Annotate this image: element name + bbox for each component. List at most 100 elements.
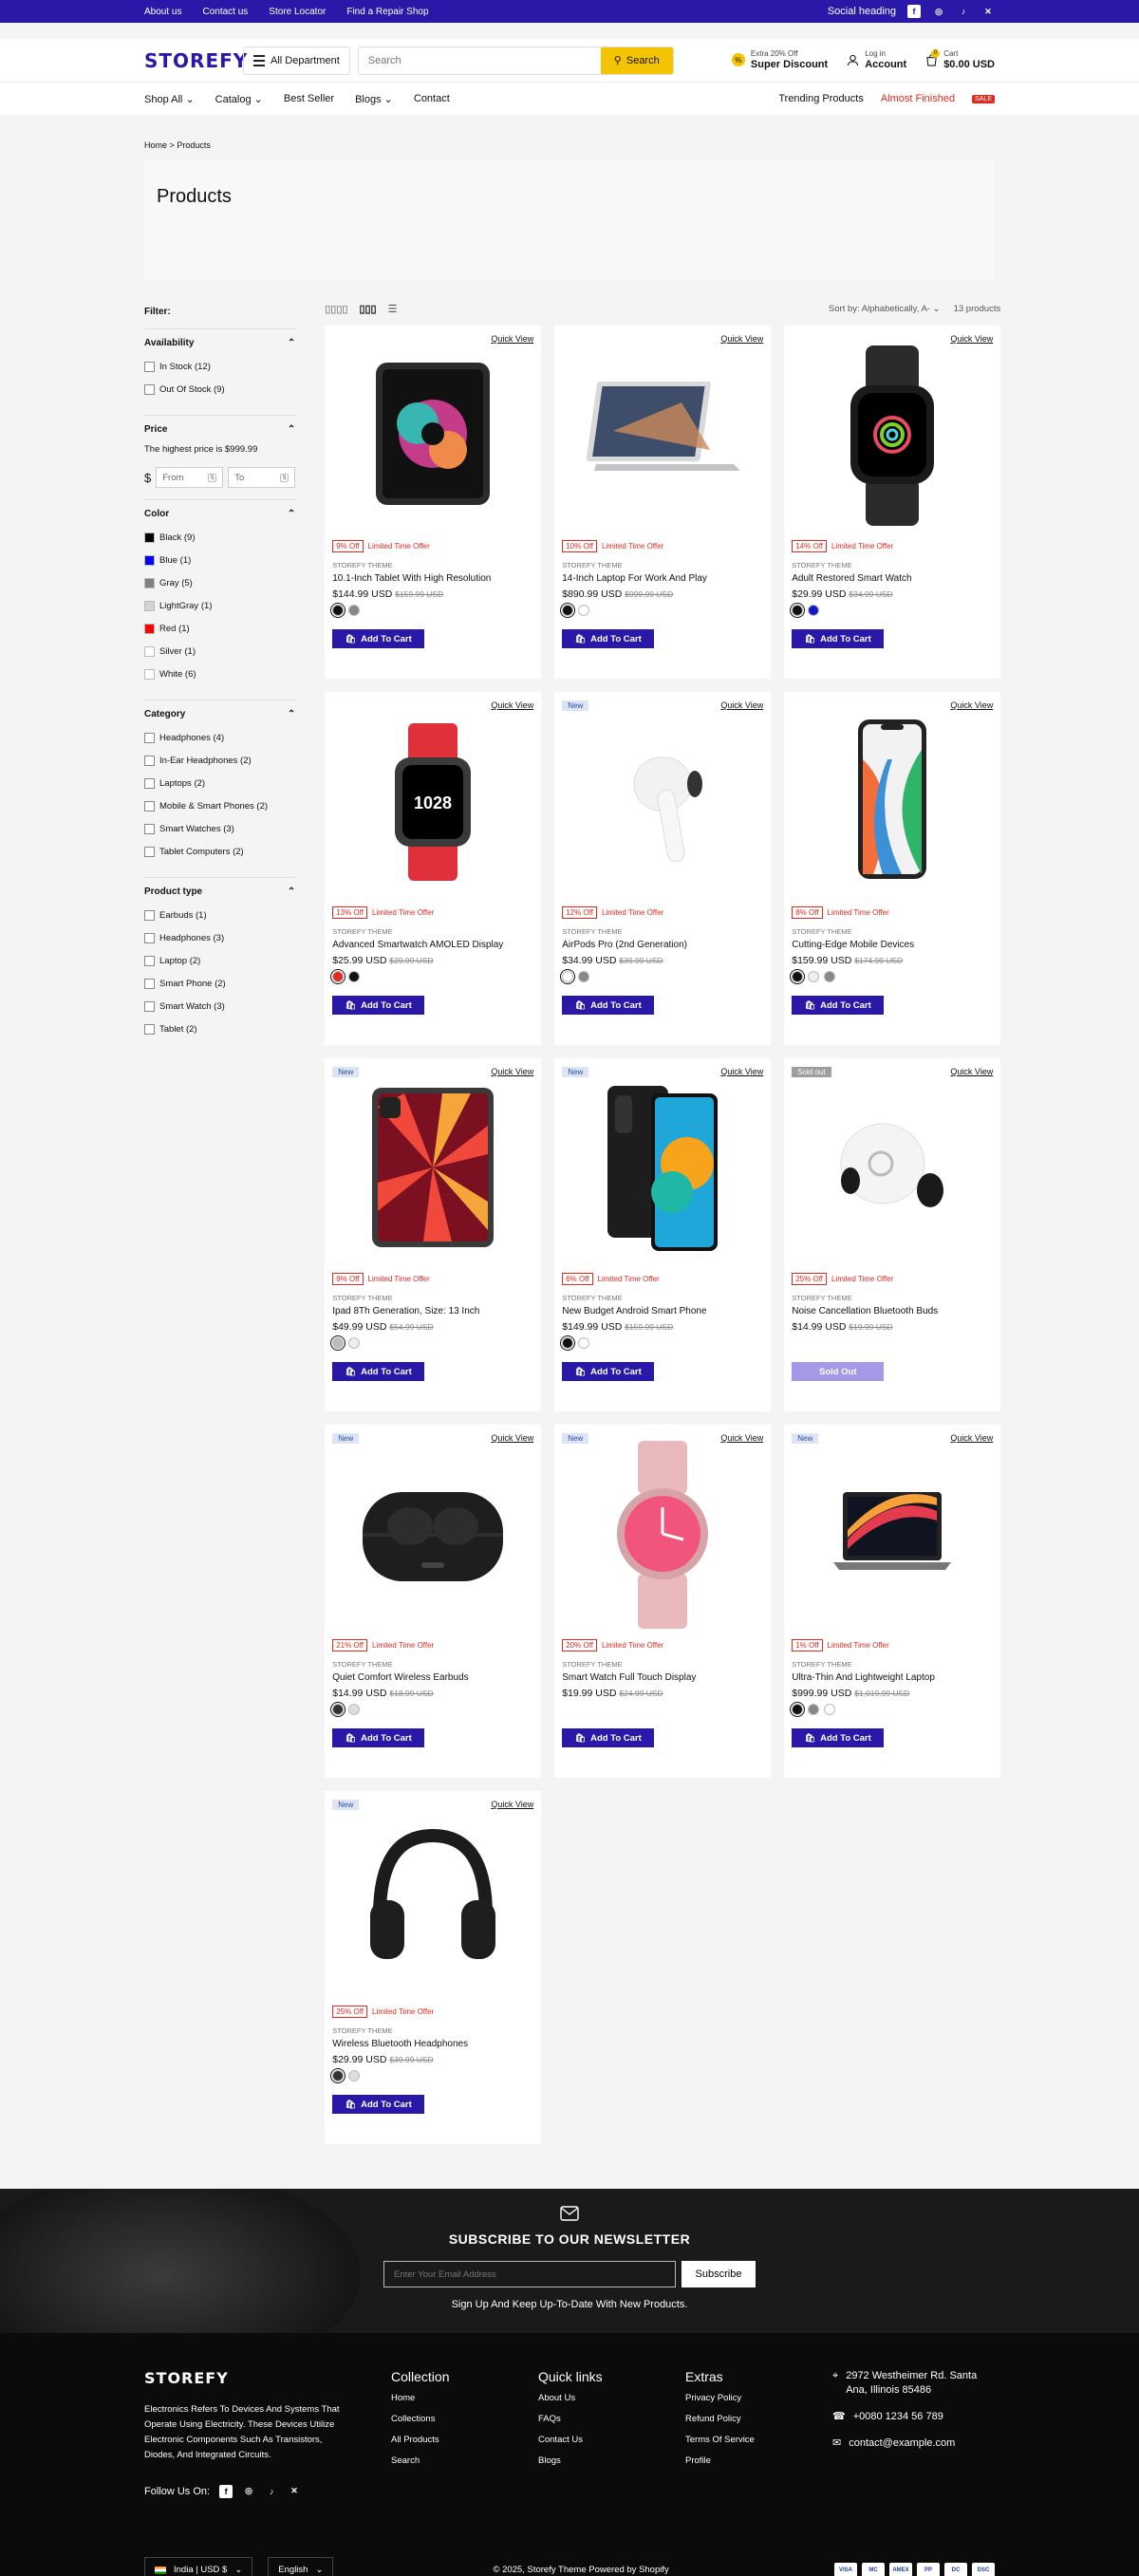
product-image[interactable] xyxy=(792,1066,993,1270)
product-type-option[interactable]: Smart Phone (2) xyxy=(144,975,295,992)
product-image[interactable] xyxy=(562,1432,763,1636)
add-to-cart-button[interactable]: 🛍 Add To Cart xyxy=(332,996,425,1015)
product-title[interactable]: 14-Inch Laptop For Work And Play xyxy=(562,573,763,584)
product-card[interactable]: New Quick View 12% Off Limited Time Offer ST… xyxy=(554,692,772,1045)
product-image[interactable] xyxy=(332,333,533,537)
checkbox[interactable] xyxy=(144,755,155,766)
product-card[interactable]: Quick View 14% Off Limited Time Offer STORE… xyxy=(784,326,1001,679)
tiktok-icon[interactable]: ♪ xyxy=(265,2485,278,2498)
search-button[interactable]: ⚲ Search xyxy=(600,47,673,74)
x-icon[interactable]: ✕ xyxy=(981,5,995,18)
color-swatch[interactable] xyxy=(332,1704,345,1715)
filter-availability-toggle[interactable]: Availability ⌃ xyxy=(144,338,295,348)
filter-category-toggle[interactable]: Category ⌃ xyxy=(144,709,295,719)
product-card[interactable]: Quick View 9% Off Limited Time Offer STOREF… xyxy=(325,326,542,679)
footer-email[interactable]: ✉ contact@example.com xyxy=(832,2436,994,2451)
almost-finished-link[interactable]: Almost Finished xyxy=(881,93,955,104)
checkbox[interactable] xyxy=(144,361,155,372)
color-option[interactable]: Black (9) xyxy=(144,529,295,546)
color-swatch[interactable] xyxy=(348,1704,361,1715)
product-image[interactable] xyxy=(562,1066,763,1270)
quick-view-link[interactable]: Quick View xyxy=(950,334,993,344)
product-image[interactable] xyxy=(332,1066,533,1270)
category-option[interactable]: Smart Watches (3) xyxy=(144,820,295,837)
quick-view-link[interactable]: Quick View xyxy=(950,1433,993,1443)
sort-select[interactable]: Sort by: Alphabetically, A- ⌄ xyxy=(829,304,941,314)
product-image[interactable] xyxy=(562,700,763,904)
product-title[interactable]: Ipad 8Th Generation, Size: 13 Inch xyxy=(332,1306,533,1316)
about-us-link[interactable]: About us xyxy=(144,7,181,17)
product-image[interactable] xyxy=(332,1799,533,2003)
checkbox[interactable] xyxy=(144,1023,155,1035)
checkbox[interactable] xyxy=(144,846,155,857)
product-card[interactable]: New Quick View 1% Off Limited Time Offer STO… xyxy=(784,1425,1001,1778)
footer-link[interactable]: All Products xyxy=(391,2435,538,2445)
add-to-cart-button[interactable]: 🛍 Add To Cart xyxy=(562,629,655,648)
product-title[interactable]: Adult Restored Smart Watch xyxy=(792,573,993,584)
instagram-icon[interactable]: ◎ xyxy=(932,5,945,18)
filter-price-toggle[interactable]: Price ⌃ xyxy=(144,424,295,435)
color-swatch[interactable] xyxy=(562,605,574,616)
color-swatch[interactable] xyxy=(348,1337,361,1349)
contact-us-link[interactable]: Contact us xyxy=(202,7,248,17)
add-to-cart-button[interactable]: 🛍 Add To Cart xyxy=(332,1362,425,1381)
language-selector[interactable]: English ⌄ xyxy=(268,2556,334,2576)
quick-view-link[interactable]: Quick View xyxy=(491,1067,533,1076)
color-swatch[interactable] xyxy=(824,971,836,982)
nav-shop-all[interactable]: Shop All ⌄ xyxy=(144,93,195,105)
quick-view-link[interactable]: Quick View xyxy=(720,700,763,710)
product-type-option[interactable]: Tablet (2) xyxy=(144,1020,295,1037)
product-title[interactable]: Noise Cancellation Bluetooth Buds xyxy=(792,1306,993,1316)
product-card[interactable]: New Quick View 9% Off Limited Time Offer STO… xyxy=(325,1058,542,1411)
facebook-icon[interactable]: f xyxy=(907,5,921,18)
filter-color-toggle[interactable]: Color ⌃ xyxy=(144,509,295,519)
footer-link[interactable]: Blogs xyxy=(538,2455,685,2466)
product-card[interactable]: New Quick View 20% Off Limited Time Offer ST… xyxy=(554,1425,772,1778)
checkbox[interactable] xyxy=(144,800,155,812)
account-link[interactable]: Log in Account xyxy=(847,49,906,70)
product-type-option[interactable]: Smart Watch (3) xyxy=(144,998,295,1015)
color-swatch[interactable] xyxy=(348,971,361,982)
discount-promo[interactable]: % Extra 20% Off Super Discount xyxy=(731,49,828,70)
color-swatch[interactable] xyxy=(808,1704,820,1715)
stepper-icon[interactable]: ⇅ xyxy=(280,473,289,482)
color-option[interactable]: Silver (1) xyxy=(144,643,295,660)
product-image[interactable] xyxy=(792,1432,993,1636)
color-option[interactable]: Blue (1) xyxy=(144,551,295,569)
facebook-icon[interactable]: f xyxy=(219,2484,233,2498)
add-to-cart-button[interactable]: 🛍 Add To Cart xyxy=(792,996,885,1015)
product-image[interactable] xyxy=(792,333,993,537)
repair-shop-link[interactable]: Find a Repair Shop xyxy=(346,7,428,17)
subscribe-button[interactable]: Subscribe xyxy=(682,2261,756,2287)
nav-best-seller[interactable]: Best Seller xyxy=(284,93,334,105)
quick-view-link[interactable]: Quick View xyxy=(720,1067,763,1076)
add-to-cart-button[interactable]: 🛍 Add To Cart xyxy=(792,1728,885,1747)
product-card[interactable]: New Quick View 21% Off Limited Time Offer ST… xyxy=(325,1425,542,1778)
trending-products-link[interactable]: Trending Products xyxy=(778,93,863,104)
checkbox[interactable] xyxy=(144,823,155,834)
availability-option[interactable]: In Stock (12) xyxy=(144,358,295,375)
color-option[interactable]: Gray (5) xyxy=(144,574,295,591)
add-to-cart-button[interactable]: 🛍 Add To Cart xyxy=(562,1728,655,1747)
footer-logo[interactable]: STOREFY xyxy=(144,2369,391,2387)
quick-view-link[interactable]: Quick View xyxy=(491,334,533,344)
color-swatch[interactable] xyxy=(332,1337,345,1349)
quick-view-link[interactable]: Quick View xyxy=(720,1433,763,1443)
product-title[interactable]: 10.1-Inch Tablet With High Resolution xyxy=(332,573,533,584)
color-swatch[interactable] xyxy=(578,971,590,982)
color-option[interactable]: LightGray (1) xyxy=(144,597,295,614)
color-swatch[interactable] xyxy=(808,971,820,982)
availability-option[interactable]: Out Of Stock (9) xyxy=(144,381,295,398)
color-swatch[interactable] xyxy=(824,1704,836,1715)
product-card[interactable]: Quick View 1028 13% Off Limited Time Offer S… xyxy=(325,692,542,1045)
footer-phone[interactable]: ☎ +0080 1234 56 789 xyxy=(832,2410,994,2424)
list-view-icon[interactable]: ☰ xyxy=(388,303,398,315)
grid-four-icon[interactable]: ▯▯▯▯ xyxy=(325,303,347,315)
color-swatch[interactable] xyxy=(792,605,804,616)
quick-view-link[interactable]: Quick View xyxy=(950,1067,993,1076)
price-from-field[interactable]: From ⇅ xyxy=(156,467,224,488)
add-to-cart-button[interactable]: 🛍 Add To Cart xyxy=(332,1728,425,1747)
nav-contact[interactable]: Contact xyxy=(414,93,450,105)
color-option[interactable]: White (6) xyxy=(144,665,295,682)
search-input[interactable] xyxy=(358,47,601,74)
